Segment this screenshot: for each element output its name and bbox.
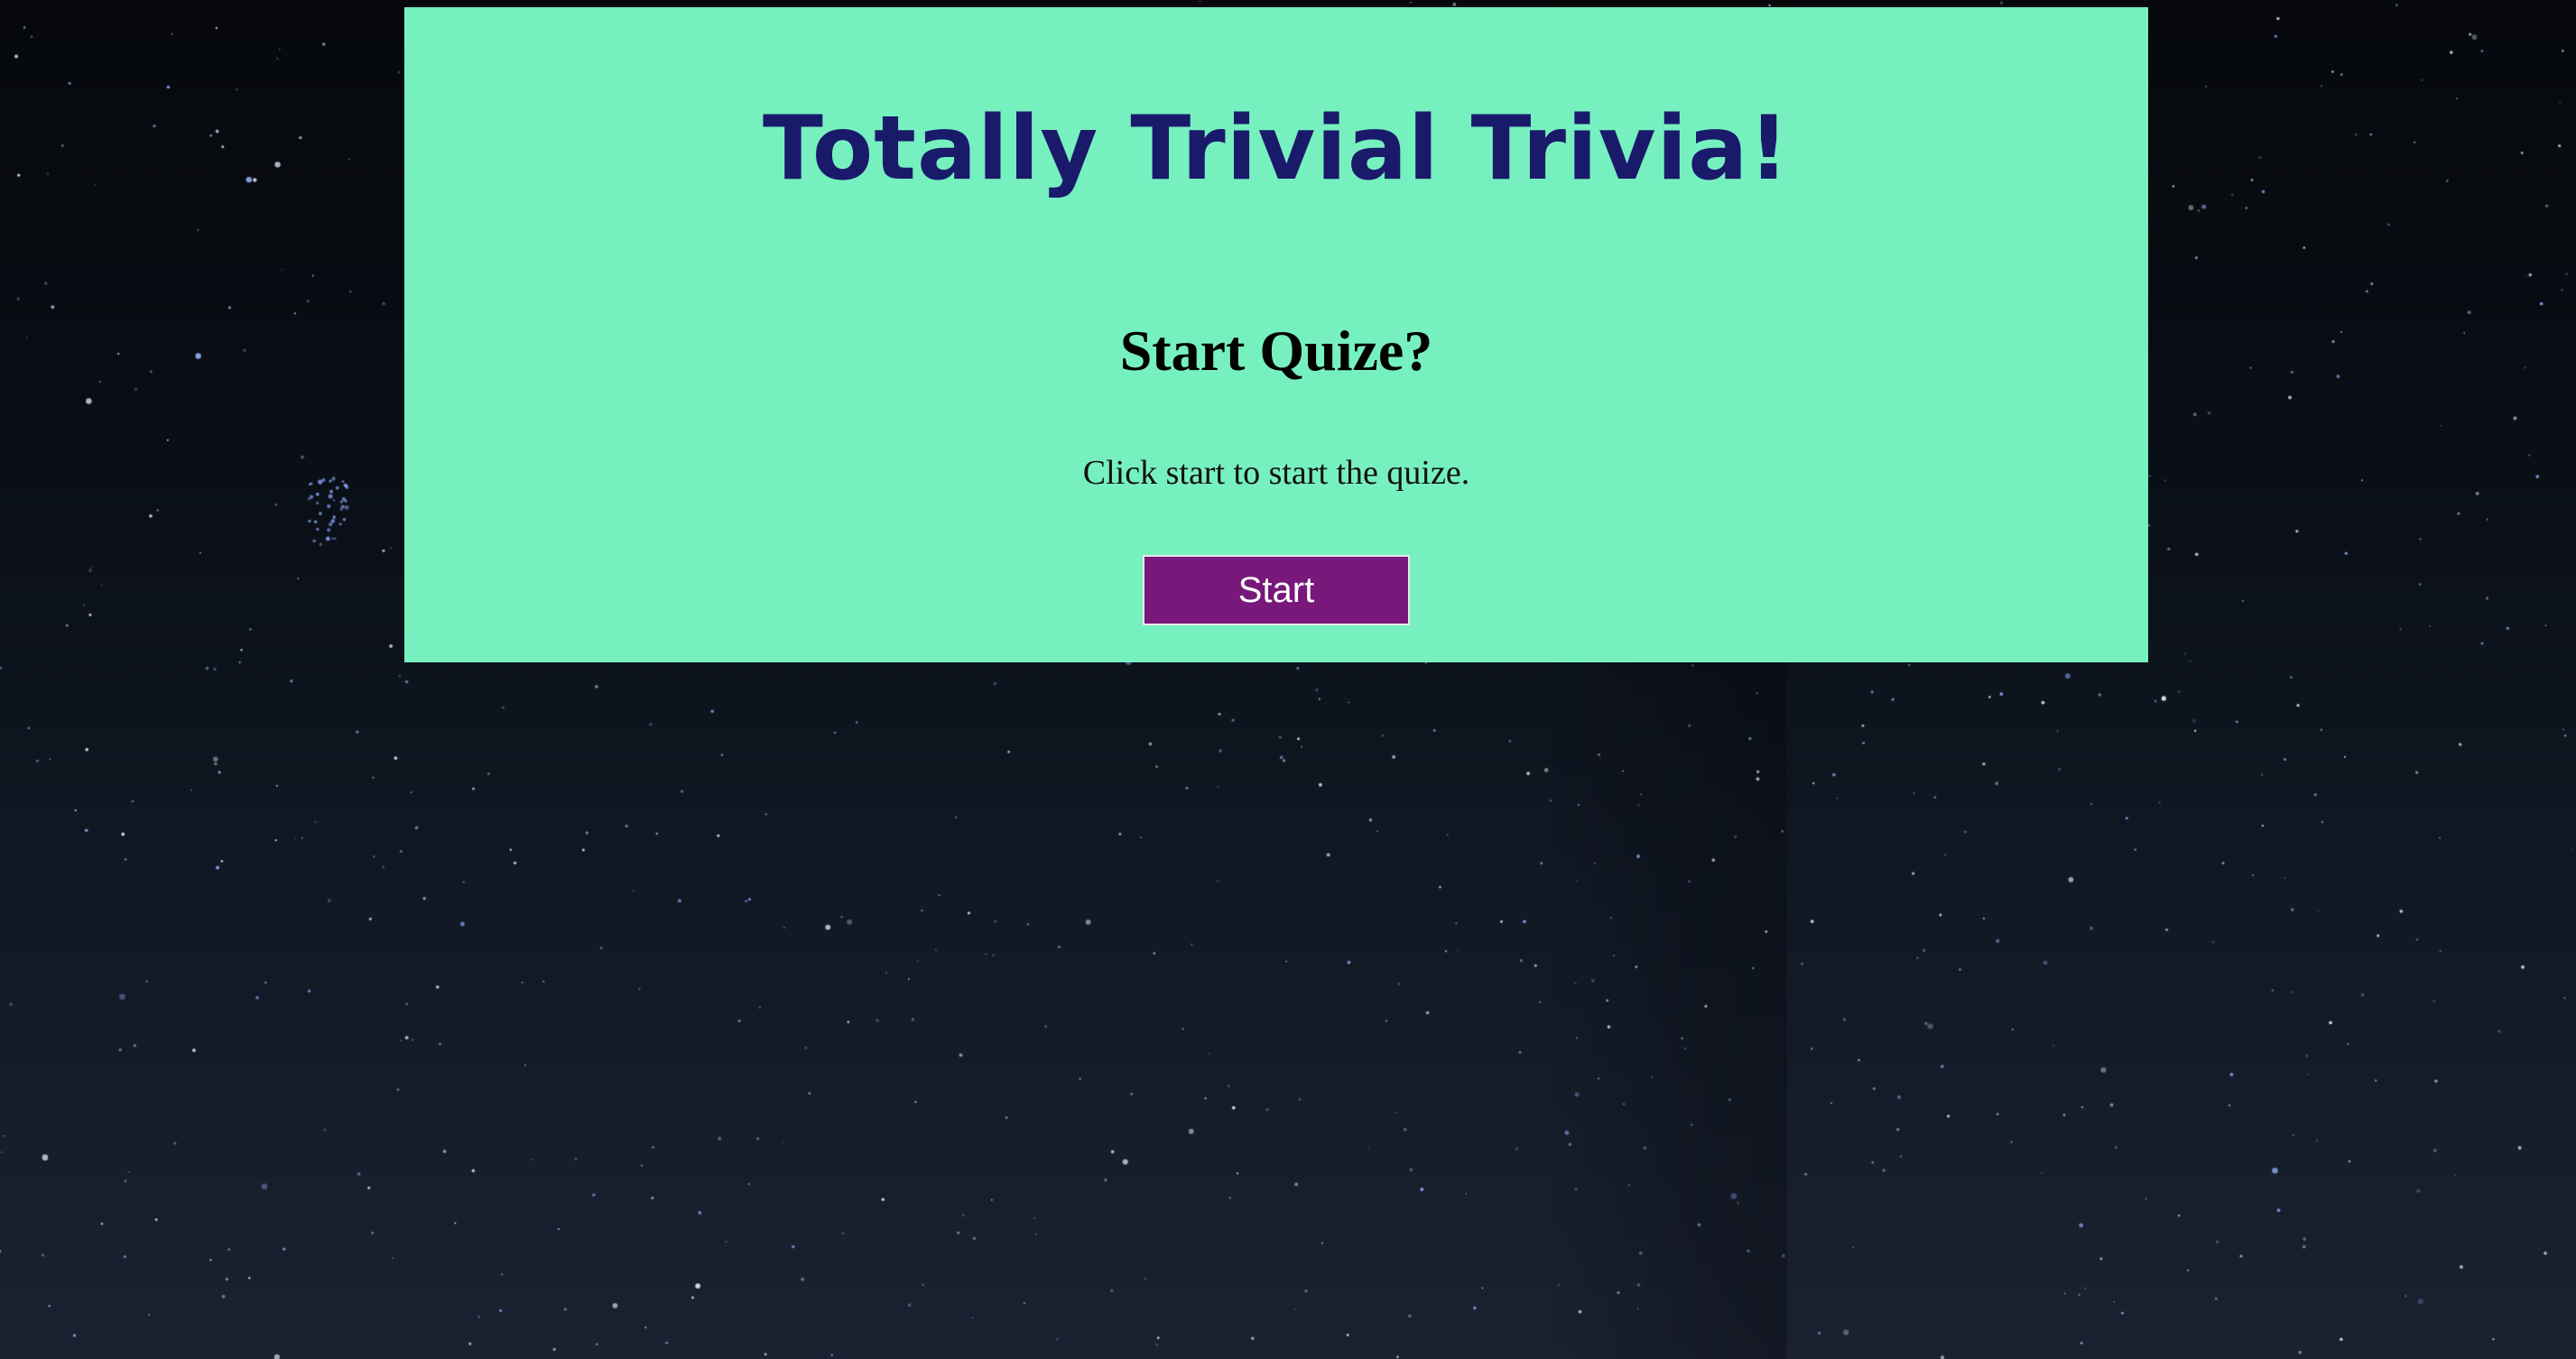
quiz-start-card: Totally Trivial Trivia! Start Quize? Cli…: [404, 7, 2148, 662]
start-quiz-heading: Start Quize?: [1119, 319, 1433, 383]
start-button[interactable]: Start: [1143, 555, 1410, 625]
page-title: Totally Trivial Trivia!: [763, 97, 1790, 200]
start-instructions: Click start to start the quize.: [1082, 454, 1470, 492]
